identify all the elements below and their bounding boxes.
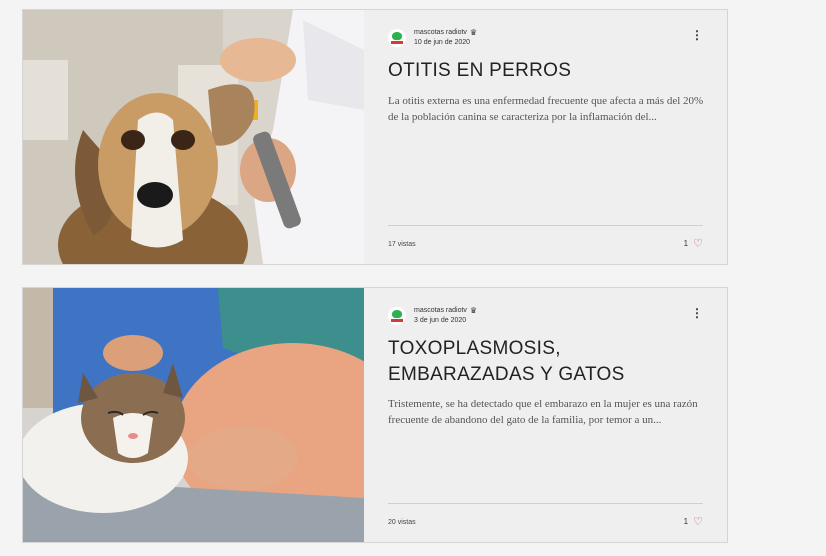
post-cover-image[interactable] [23, 10, 364, 264]
divider [388, 503, 703, 504]
post-excerpt[interactable]: La otitis externa es una enfermedad frec… [388, 93, 705, 125]
divider [388, 225, 703, 226]
post-content: mascotas radiotv ♛ 10 de jun de 2020 ⋮ OT… [364, 10, 727, 264]
crown-icon: ♛ [469, 28, 478, 37]
post-card[interactable]: mascotas radiotv ♛ 10 de jun de 2020 ⋮ OT… [22, 9, 728, 265]
author-avatar[interactable] [388, 307, 406, 325]
cat-pregnant-photo [23, 288, 364, 542]
post-excerpt[interactable]: Tristemente, se ha detectado que el emba… [388, 396, 705, 428]
more-options-icon[interactable]: ⋮ [691, 307, 703, 319]
heart-icon[interactable]: ♡ [693, 515, 703, 528]
post-date: 3 de jun de 2020 [414, 317, 467, 324]
author-name[interactable]: mascotas radiotv [414, 28, 467, 38]
beagle-vet-photo [23, 10, 364, 264]
more-options-icon[interactable]: ⋮ [691, 29, 703, 41]
author-avatar[interactable] [388, 29, 406, 47]
like-count: 1 [683, 517, 689, 526]
post-date: 10 de jun de 2020 [414, 39, 471, 46]
post-title[interactable]: TOXOPLASMOSIS, EMBARAZADAS Y GATOS [388, 336, 703, 388]
crown-icon: ♛ [469, 306, 478, 315]
post-content: mascotas radiotv ♛ 3 de jun de 2020 ⋮ TOX… [364, 288, 727, 542]
post-author[interactable]: mascotas radiotv ♛ 10 de jun de 2020 [388, 28, 477, 48]
post-cover-image[interactable] [23, 288, 364, 542]
post-title[interactable]: OTITIS EN PERROS [388, 58, 703, 84]
post-views: 20 vistas [388, 519, 416, 526]
like-count: 1 [683, 239, 689, 248]
post-card[interactable]: mascotas radiotv ♛ 3 de jun de 2020 ⋮ TOX… [22, 287, 728, 543]
like-button[interactable]: 1 ♡ [684, 515, 703, 528]
heart-icon[interactable]: ♡ [693, 237, 703, 250]
like-button[interactable]: 1 ♡ [684, 237, 703, 250]
post-views: 17 vistas [388, 241, 416, 248]
author-name[interactable]: mascotas radiotv [414, 306, 467, 316]
post-author[interactable]: mascotas radiotv ♛ 3 de jun de 2020 [388, 306, 477, 326]
